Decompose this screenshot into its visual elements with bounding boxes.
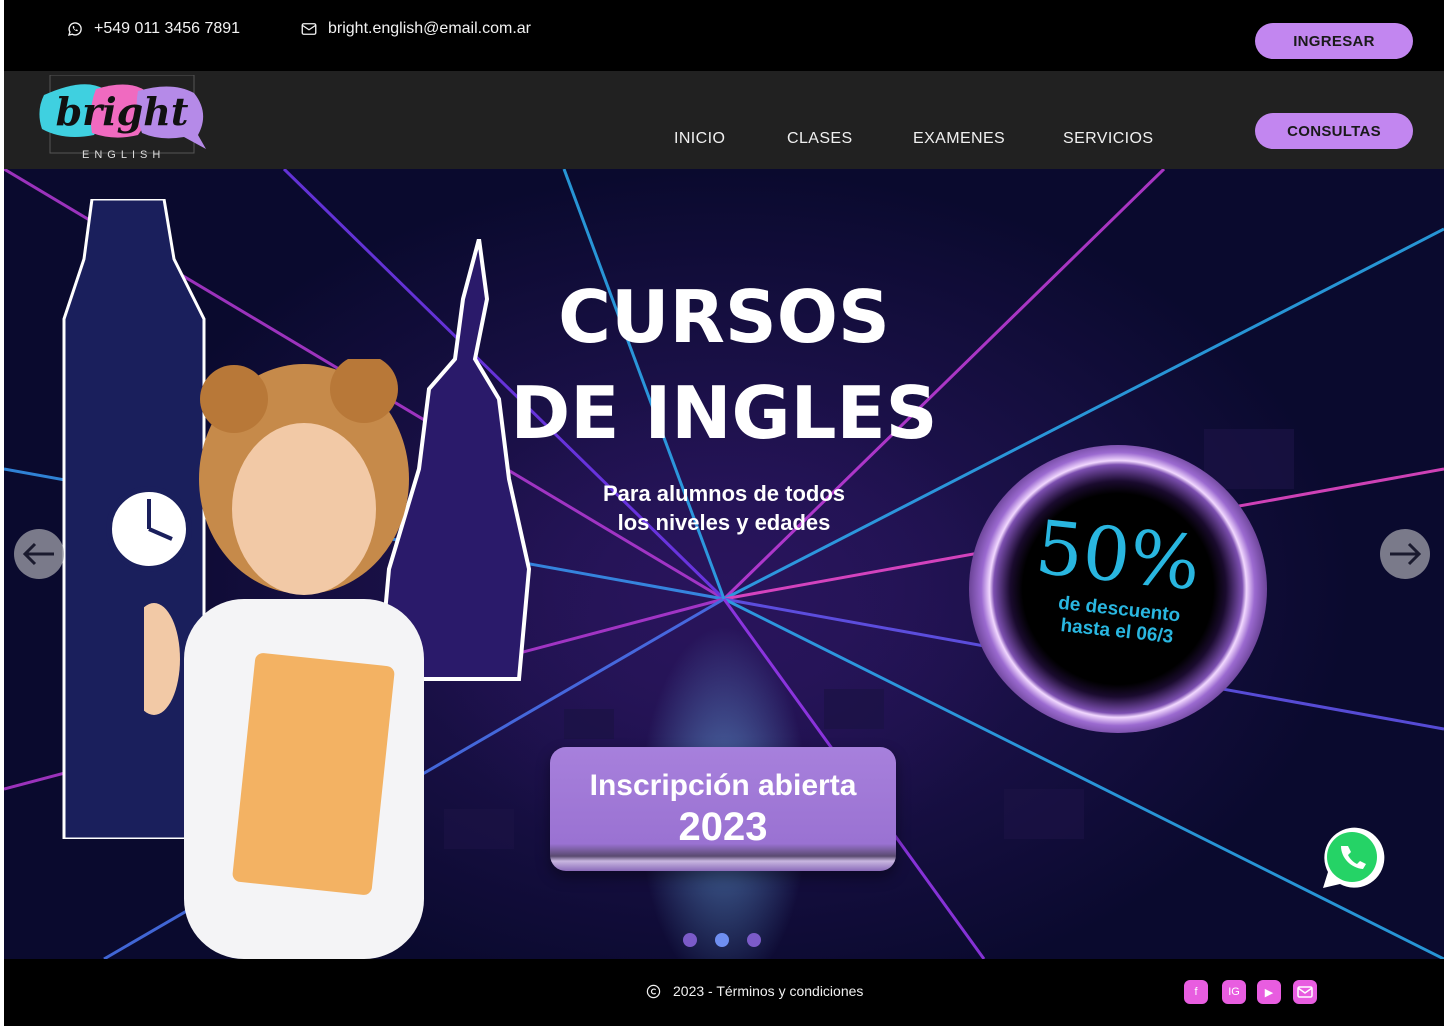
facebook-icon[interactable]: f: [1184, 980, 1208, 1004]
arrow-left-icon: [22, 542, 54, 566]
whatsapp-icon[interactable]: [1315, 824, 1385, 894]
carousel-prev-button[interactable]: [14, 529, 64, 579]
logo-subtitle: ENGLISH: [82, 149, 166, 161]
login-button[interactable]: INGRESAR: [1255, 23, 1413, 59]
mail-icon: [301, 23, 317, 35]
copyright-icon: [646, 984, 661, 998]
carousel-next-button[interactable]: [1380, 529, 1430, 579]
nav-item-examenes[interactable]: EXAMENES: [913, 130, 1005, 148]
top-bar: +549 011 3456 7891 bright.english@email.…: [4, 0, 1444, 71]
arrow-right-icon: [1390, 542, 1422, 566]
copyright: 2023 - Términos y condiciones: [646, 983, 863, 999]
enrollment-year: 2023: [678, 805, 768, 849]
carousel-dot-3[interactable]: [747, 933, 761, 947]
youtube-icon[interactable]: ▶: [1257, 980, 1281, 1004]
email-contact[interactable]: bright.english@email.com.ar: [300, 20, 531, 38]
hero-carousel: CURSOS DE INGLES Para alumnos de todos l…: [4, 169, 1444, 959]
footer: 2023 - Términos y condiciones f IG ▶: [4, 959, 1444, 1026]
instagram-icon[interactable]: IG: [1222, 980, 1246, 1004]
consultas-button[interactable]: CONSULTAS: [1255, 113, 1413, 149]
carousel-dot-2[interactable]: [715, 933, 729, 947]
svg-text:bright: bright: [56, 89, 189, 134]
phone-contact[interactable]: +549 011 3456 7891: [66, 20, 240, 38]
phone-number: +549 011 3456 7891: [94, 20, 241, 37]
nav-item-servicios[interactable]: SERVICIOS: [1063, 130, 1153, 148]
hero-title-line-2: DE INGLES: [510, 371, 938, 455]
nav-item-clases[interactable]: CLASES: [787, 130, 853, 148]
brand-logo[interactable]: bright ENGLISH: [34, 74, 210, 161]
mail-icon: [1297, 986, 1313, 998]
carousel-dot-1[interactable]: [683, 933, 697, 947]
page: +549 011 3456 7891 bright.english@email.…: [4, 0, 1444, 1026]
terms-link[interactable]: 2023 - Términos y condiciones: [673, 983, 863, 999]
mail-social-icon[interactable]: [1293, 980, 1317, 1004]
nav-bar: bright ENGLISH INICIO CLASES EXAMENES SE…: [4, 71, 1444, 169]
whatsapp-outline-icon: [67, 22, 82, 36]
enrollment-label: Inscripción abierta: [589, 769, 857, 802]
discount-badge: 50% de descuento hasta el 06/3: [969, 445, 1267, 733]
email-address: bright.english@email.com.ar: [328, 20, 531, 37]
enrollment-button[interactable]: Inscripción abierta 2023: [550, 747, 896, 871]
hero-title-line-1: CURSOS: [558, 275, 890, 359]
nav-item-inicio[interactable]: INICIO: [674, 130, 725, 148]
